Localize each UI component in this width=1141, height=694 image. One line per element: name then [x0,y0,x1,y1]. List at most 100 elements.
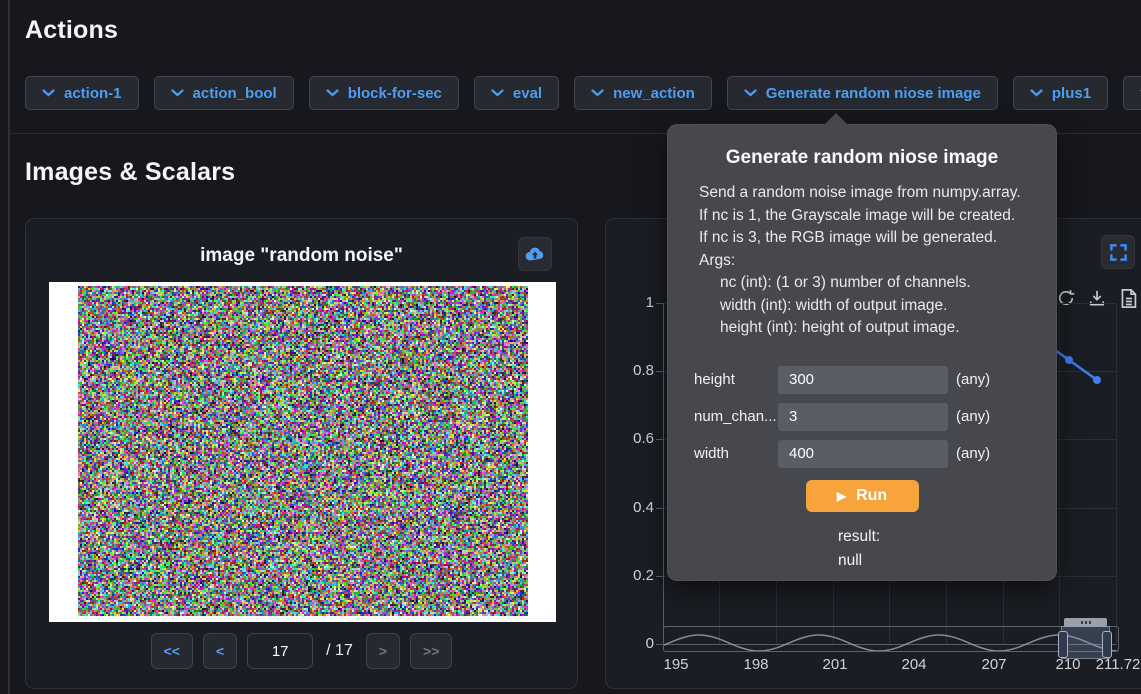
last-page-button[interactable]: >> [410,633,452,669]
fullscreen-icon [1109,243,1128,262]
y-tick-label: 0.8 [612,362,654,380]
y-tick-label: 0.2 [612,567,654,585]
width-field[interactable] [778,440,948,468]
action-button-label: action-1 [64,85,122,102]
y-tick-label: 0.6 [612,430,654,448]
popup-description: Send a random noise image from numpy.arr… [699,182,1032,340]
x-tick-label: 207 [981,656,1006,673]
images-scalars-heading: Images & Scalars [25,158,235,187]
x-tick-label: 195 [663,656,688,673]
actions-toolbar: action-1 action_bool block-for-sec eval … [25,76,1141,110]
action-button-block-for-sec[interactable]: block-for-sec [309,76,459,110]
previous-page-button[interactable]: < [203,633,237,669]
action-popup: Generate random niose image Send a rando… [667,124,1057,581]
action-button-label: action_bool [193,85,277,102]
action-button-action-1[interactable]: action-1 [25,76,139,110]
description-line: Args: [699,250,1032,273]
page-number-input[interactable] [247,633,313,669]
num-channels-field[interactable] [778,403,948,431]
action-button-eval[interactable]: eval [474,76,559,110]
noise-canvas [78,286,528,616]
run-button[interactable]: ▶ Run [806,480,919,512]
description-line: width (int): width of output image. [699,295,1032,318]
image-pagination: << < / 17 > >> [26,633,577,669]
field-row-width: width (any) [694,440,1030,468]
chevron-down-icon [1030,89,1043,97]
chevron-down-icon [42,89,55,97]
run-button-label: Run [856,487,887,505]
field-row-height: height (any) [694,366,1030,394]
image-card: image "random noise" << < / 17 > >> [25,218,578,689]
action-button-label: Generate random niose image [766,85,981,102]
data-view-document-icon[interactable] [1116,285,1140,311]
gridline [1059,303,1060,644]
description-line: If nc is 1, the Grayscale image will be … [699,205,1032,228]
field-type-hint: (any) [956,371,990,388]
popup-arrow [824,113,848,125]
field-label: height [694,371,778,388]
description-line: height (int): height of output image. [699,317,1032,340]
action-button-label: plus1 [1052,85,1091,102]
height-field[interactable] [778,366,948,394]
action-button-truncated[interactable] [1123,76,1141,110]
x-tick-label: 210 [1055,656,1080,673]
action-button-plus1[interactable]: plus1 [1013,76,1108,110]
fullscreen-button[interactable] [1101,235,1135,269]
chevron-down-icon [491,89,504,97]
minimap-sine-wave [664,627,1119,652]
cloud-upload-icon [525,246,545,262]
y-tick [656,439,663,440]
field-row-num-channels: num_chan... (any) [694,403,1030,431]
play-icon: ▶ [837,490,846,502]
noise-image [49,282,556,622]
y-tick-label: 0.4 [612,499,654,517]
action-button-generate-random-niose-image[interactable]: Generate random niose image [727,76,998,110]
y-tick [656,371,663,372]
y-axis [663,303,664,644]
chevron-down-icon [326,89,339,97]
x-tick-label: 211.72 [1096,656,1141,673]
next-page-button[interactable]: > [366,633,400,669]
action-button-label: block-for-sec [348,85,442,102]
y-tick-label: 1 [612,294,654,312]
field-type-hint: (any) [956,408,990,425]
popup-fields: height (any) num_chan... (any) width (an… [668,366,1056,468]
result-value: null [838,549,886,573]
dashboard-page: { "colors": { "accent_blue": "#4f9df3", … [0,0,1141,694]
gridline [1116,303,1117,644]
action-button-label: eval [513,85,542,102]
datazoom-right-handle[interactable] [1102,631,1112,658]
first-page-button[interactable]: << [151,633,193,669]
datazoom-grip-handle[interactable] [1064,618,1107,627]
y-tick [656,644,663,645]
description-line: If nc is 3, the RGB image will be genera… [699,227,1032,250]
field-label: width [694,445,778,462]
chart-toolbar [1054,285,1140,311]
image-card-title: image "random noise" [26,245,577,267]
x-tick-label: 204 [901,656,926,673]
chevron-down-icon [171,89,184,97]
chevron-down-icon [744,89,757,97]
cloud-save-button[interactable] [518,237,552,271]
chevron-down-icon [591,89,604,97]
description-line: nc (int): (1 or 3) number of channels. [699,272,1032,295]
y-tick [656,508,663,509]
download-image-icon[interactable] [1085,285,1109,311]
datazoom-left-handle[interactable] [1058,631,1068,658]
action-button-label: new_action [613,85,695,102]
datazoom-slider[interactable] [663,626,1119,652]
result-block: result: null [838,525,886,573]
actions-heading: Actions [25,16,118,45]
x-tick-label: 201 [822,656,847,673]
page-edge-divider [8,0,10,694]
page-total-label: / 17 [323,642,356,660]
y-tick [656,576,663,577]
restore-refresh-icon[interactable] [1054,285,1078,311]
x-tick-label: 198 [743,656,768,673]
action-button-new-action[interactable]: new_action [574,76,712,110]
y-tick-label: 0 [612,635,654,653]
field-type-hint: (any) [956,445,990,462]
description-line: Send a random noise image from numpy.arr… [699,182,1032,205]
popup-title: Generate random niose image [668,125,1056,169]
action-button-action-bool[interactable]: action_bool [154,76,294,110]
